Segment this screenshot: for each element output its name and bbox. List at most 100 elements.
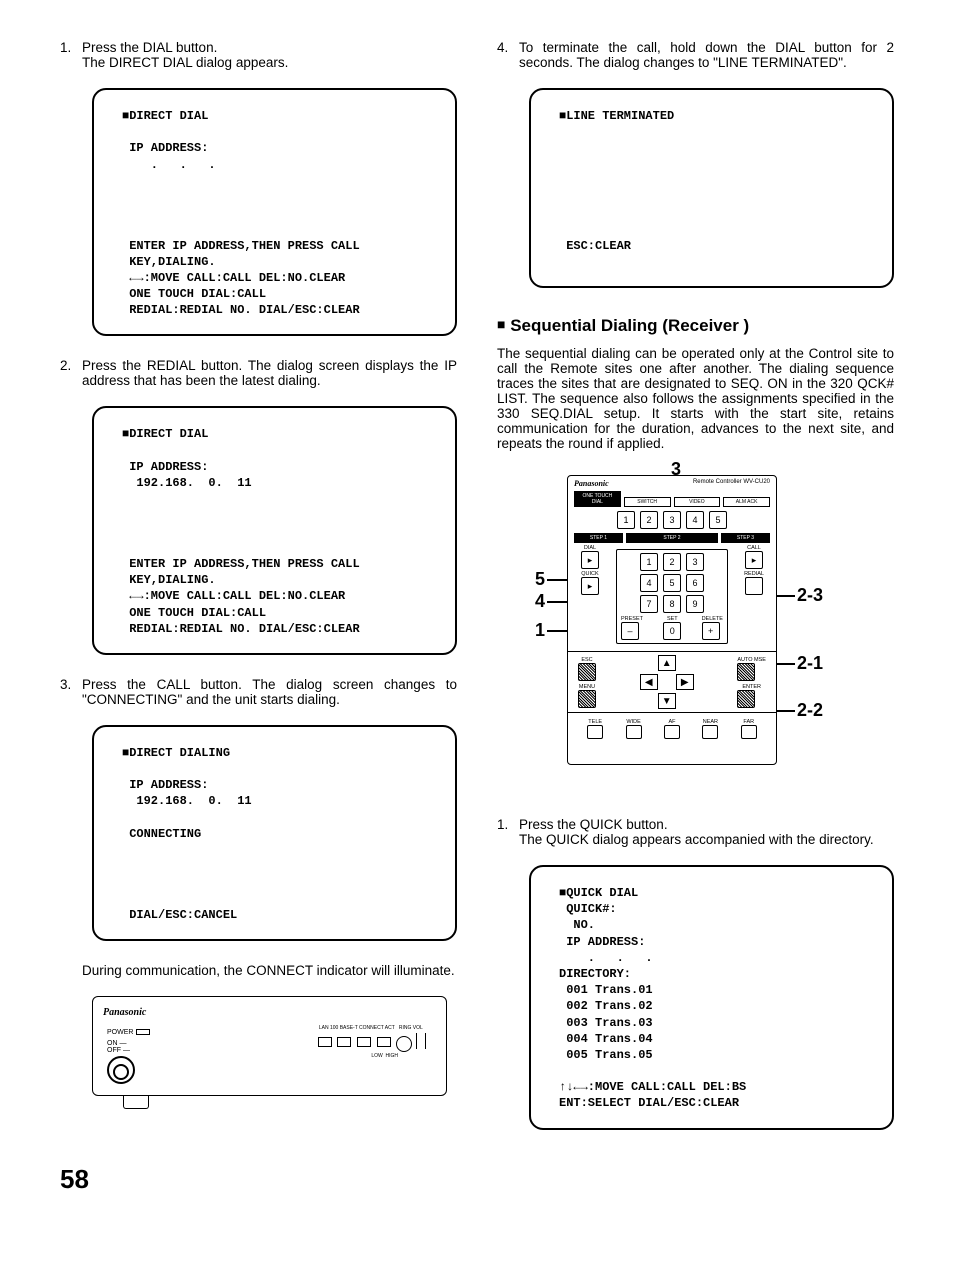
arrow-left-button: ◀ — [640, 674, 658, 690]
off-label: OFF — — [107, 1047, 130, 1054]
step-num: 2. — [60, 358, 71, 373]
heading-text: Sequential Dialing (Receiver ) — [510, 316, 749, 335]
right-column: 4. To terminate the call, hold down the … — [497, 40, 894, 1144]
callout-4: 4 — [535, 591, 545, 612]
led-icon — [377, 1037, 391, 1047]
tab-video: VIDEO — [674, 497, 721, 507]
enter-button — [737, 690, 755, 708]
low-label: LOW — [371, 1053, 382, 1059]
redial-label: REDIAL — [738, 571, 770, 577]
dialog-direct-dial-blank: ■DIRECT DIAL IP ADDRESS: . . . ENTER IP … — [92, 88, 457, 336]
dialog-quick-dial: ■QUICK DIAL QUICK#: NO. IP ADDRESS: . . … — [529, 865, 894, 1130]
led-icon — [357, 1037, 371, 1047]
dial-label: DIAL — [574, 545, 606, 551]
keypad-3: 3 — [686, 553, 704, 571]
enter-label: ENTER — [737, 684, 766, 690]
step-text: Press the CALL button. The dialog screen… — [82, 677, 457, 707]
onetouch-5: 5 — [709, 511, 727, 529]
left-column: 1. Press the DIAL button. The DIRECT DIA… — [60, 40, 457, 1144]
led-row-label: LAN 100 BASE-T CONNECT ACT — [319, 1025, 395, 1031]
step3-tab: STEP 3 — [721, 533, 770, 543]
onetouch-3: 3 — [663, 511, 681, 529]
dialog-line-terminated: ■LINE TERMINATED ESC:CLEAR — [529, 88, 894, 288]
onetouch-4: 4 — [686, 511, 704, 529]
arrow-up-button: ▲ — [658, 655, 676, 671]
redial-button — [745, 577, 763, 595]
section-paragraph: The sequential dialing can be operated o… — [497, 346, 894, 451]
step2-tab: STEP 2 — [626, 533, 718, 543]
callout-5: 5 — [535, 569, 545, 590]
onetouch-2: 2 — [640, 511, 658, 529]
step-num: 1. — [497, 817, 508, 832]
automse-label: AUTO MSE — [737, 657, 766, 663]
keypad-1: 1 — [640, 553, 658, 571]
step-num: 4. — [497, 40, 508, 55]
arrow-down-button: ▼ — [658, 693, 676, 709]
keypad-0: 0 — [663, 622, 681, 640]
tab-alm-ack: ALM ACK — [723, 497, 770, 507]
power-label: POWER — [107, 1029, 133, 1036]
ringvol-label: RING VOL — [399, 1025, 423, 1031]
keypad-8: 8 — [663, 595, 681, 613]
section-heading: ■ Sequential Dialing (Receiver ) — [497, 316, 894, 336]
step-3: 3. Press the CALL button. The dialog scr… — [60, 677, 457, 1096]
dial-button: ▸ — [581, 551, 599, 569]
far-button — [741, 725, 757, 739]
quick-button: ▸ — [581, 577, 599, 595]
brand-label: Panasonic — [103, 1007, 146, 1018]
receiver-unit-panel: Panasonic POWER ON — OFF — LAN 100 BASE-… — [92, 996, 447, 1096]
keypad-5: 5 — [663, 574, 681, 592]
seq-step-1: 1. Press the QUICK button. The QUICK dia… — [497, 817, 894, 1130]
led-icon — [337, 1037, 351, 1047]
connect-note: During communication, the CONNECT indica… — [82, 963, 457, 978]
wide-button — [626, 725, 642, 739]
preset-label: PRESET — [621, 616, 643, 622]
onetouch-1: 1 — [617, 511, 635, 529]
keypad-6: 6 — [686, 574, 704, 592]
step-4: 4. To terminate the call, hold down the … — [497, 40, 894, 288]
dialog-connecting: ■DIRECT DIALING IP ADDRESS: 192.168. 0. … — [92, 725, 457, 941]
near-label: NEAR — [702, 719, 718, 725]
delete-button: + — [702, 622, 720, 640]
volume-knob-icon — [396, 1036, 412, 1052]
arrow-right-button: ▶ — [676, 674, 694, 690]
callout-1: 1 — [535, 620, 545, 641]
keypad-7: 7 — [640, 595, 658, 613]
tele-button — [587, 725, 603, 739]
high-label: HIGH — [386, 1053, 399, 1059]
step-num: 3. — [60, 677, 71, 692]
step-text: Press the DIAL button. — [82, 40, 217, 55]
callout-2-3: 2-3 — [797, 585, 823, 606]
menu-button — [578, 690, 596, 708]
menu-label: MENU — [578, 684, 596, 690]
panel-foot-icon — [123, 1095, 149, 1109]
step-text: Press the QUICK button. — [519, 817, 668, 832]
tab-one-touch-dial: ONE TOUCH DIAL — [574, 491, 621, 507]
remote-controller: Panasonic Remote Controller WV-CU20 ONE … — [567, 475, 777, 765]
step1-tab: STEP 1 — [574, 533, 623, 543]
power-dial — [107, 1056, 135, 1084]
tab-switch: SWITCH — [624, 497, 671, 507]
step-text: The QUICK dialog appears accompanied wit… — [519, 832, 894, 847]
quick-label: QUICK — [574, 571, 606, 577]
keypad-9: 9 — [686, 595, 704, 613]
step-2: 2. Press the REDIAL button. The dialog s… — [60, 358, 457, 654]
bullet-icon: ■ — [497, 316, 505, 332]
wide-label: WIDE — [626, 719, 642, 725]
step-text: Press the REDIAL button. The dialog scre… — [82, 358, 457, 388]
remote-model: Remote Controller WV-CU20 — [693, 479, 770, 485]
callout-2-2: 2-2 — [797, 700, 823, 721]
remote-diagram: 3 5 4 1 2-3 2-1 2-2 Panasonic Remote Con… — [497, 465, 894, 795]
delete-label: DELETE — [702, 616, 723, 622]
power-led-icon — [136, 1029, 150, 1035]
keypad-4: 4 — [640, 574, 658, 592]
call-label: CALL — [738, 545, 770, 551]
call-button: ▸ — [745, 551, 763, 569]
esc-button — [578, 663, 596, 681]
step-1: 1. Press the DIAL button. The DIRECT DIA… — [60, 40, 457, 336]
automse-button — [737, 663, 755, 681]
callout-2-1: 2-1 — [797, 653, 823, 674]
on-label: ON — — [107, 1040, 126, 1047]
dialog-direct-dial-ip: ■DIRECT DIAL IP ADDRESS: 192.168. 0. 11 … — [92, 406, 457, 654]
step-text: The DIRECT DIAL dialog appears. — [82, 55, 288, 70]
